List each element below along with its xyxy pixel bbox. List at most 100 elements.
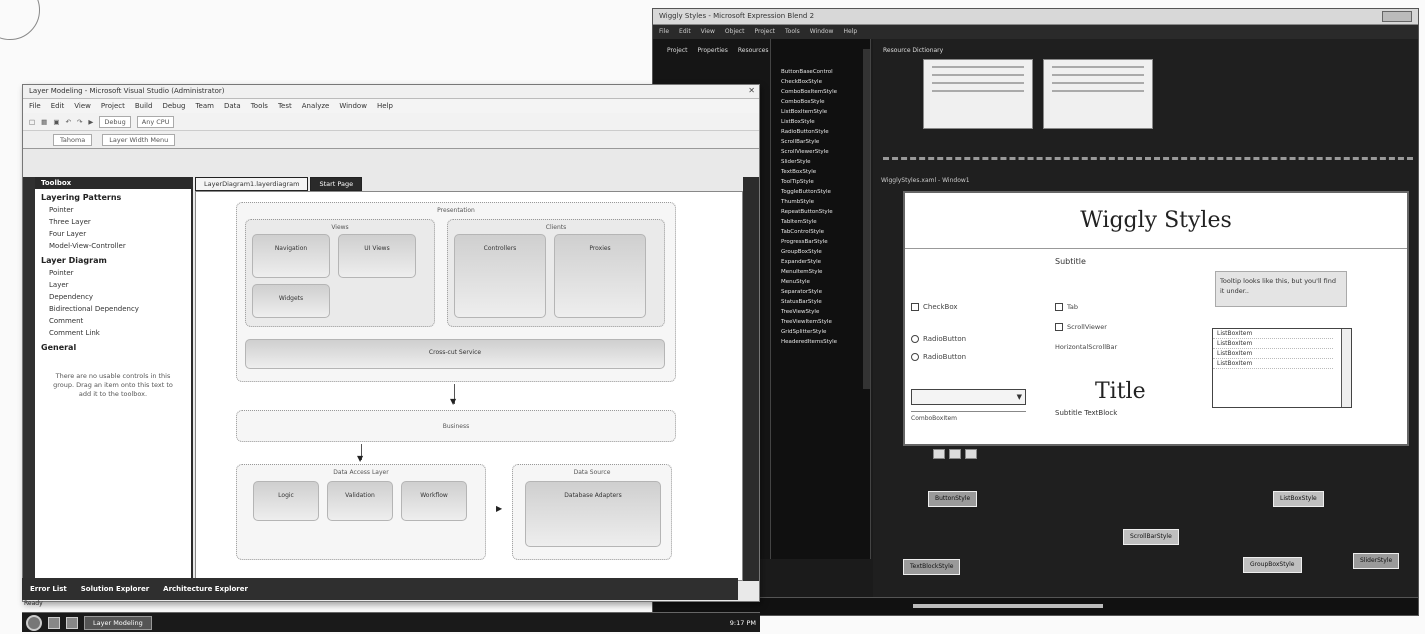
start-debug-icon[interactable]: ▶ — [88, 118, 93, 126]
layer-business[interactable]: Business — [236, 410, 676, 442]
explorer-icon[interactable] — [48, 616, 60, 629]
tree-item[interactable]: RepeatButtonStyle — [771, 207, 870, 217]
toolbox-item[interactable]: Layer — [35, 279, 191, 291]
menu-view[interactable]: View — [74, 102, 91, 110]
menu-file[interactable]: File — [29, 102, 41, 110]
resource-node[interactable]: ListBoxStyle — [1273, 491, 1324, 507]
tree-item[interactable]: RadioButtonStyle — [771, 127, 870, 137]
toolbox-group[interactable]: Layer Diagram — [35, 252, 191, 267]
component-box[interactable]: Workflow — [401, 481, 467, 521]
menu-project[interactable]: Project — [101, 102, 125, 110]
undo-icon[interactable]: ↶ — [65, 118, 70, 126]
resource-thumbnail[interactable] — [923, 59, 1033, 129]
combo-item[interactable]: ComboBoxItem — [911, 411, 1026, 422]
toolbox-item[interactable]: Dependency — [35, 291, 191, 303]
menu-data[interactable]: Data — [224, 102, 241, 110]
tree-item[interactable]: ThumbStyle — [771, 197, 870, 207]
component-box[interactable]: Database Adapters — [525, 481, 661, 547]
close-icon[interactable]: ✕ — [748, 86, 755, 95]
tree-item[interactable]: MenuItemStyle — [771, 267, 870, 277]
save-icon[interactable]: ▣ — [53, 118, 59, 126]
component-box[interactable]: Controllers — [454, 234, 546, 318]
toolbox-group[interactable]: Layering Patterns — [35, 189, 191, 204]
tree-item[interactable]: SliderStyle — [771, 157, 870, 167]
toolbox-title[interactable]: Toolbox — [35, 177, 191, 189]
tab-project[interactable]: Project — [667, 47, 688, 54]
tree-item[interactable]: ToggleButtonStyle — [771, 187, 870, 197]
menu-build[interactable]: Build — [135, 102, 153, 110]
zoom-slider[interactable] — [913, 604, 1103, 608]
sample-combobox[interactable]: ▼ — [911, 389, 1026, 405]
tree-item[interactable]: ListBoxStyle — [771, 117, 870, 127]
list-item[interactable]: ListBoxItem — [1213, 359, 1333, 369]
zoom-icon[interactable] — [933, 449, 945, 459]
sample-tab[interactable]: Tab — [1055, 303, 1078, 311]
listbox-scrollbar[interactable] — [1341, 329, 1351, 407]
resource-thumbnail[interactable] — [1043, 59, 1153, 129]
config-dropdown[interactable]: Debug — [99, 115, 131, 128]
component-box[interactable]: Navigation — [252, 234, 330, 278]
layer-presentation[interactable]: Presentation Views Navigation UI Views W… — [236, 202, 676, 382]
open-icon[interactable]: ▦ — [41, 118, 47, 126]
toolbox-item[interactable]: Pointer — [35, 267, 191, 279]
component-box[interactable]: Validation — [327, 481, 393, 521]
tree-item[interactable]: ButtonBaseControl — [771, 67, 870, 77]
sample-listbox[interactable]: ListBoxItem ListBoxItem ListBoxItem List… — [1212, 328, 1352, 408]
tree-item[interactable]: TreeViewItemStyle — [771, 317, 870, 327]
tab-resources[interactable]: Resources — [738, 47, 769, 54]
zoom-dropdown[interactable]: Layer Width Menu — [102, 133, 176, 146]
list-item[interactable]: ListBoxItem — [1213, 339, 1333, 349]
menu-tools[interactable]: Tools — [785, 28, 800, 36]
tree-item[interactable]: ScrollBarStyle — [771, 137, 870, 147]
taskbar-button[interactable]: Layer Modeling — [84, 615, 152, 630]
tree-item[interactable]: GridSplitterStyle — [771, 327, 870, 337]
menu-project[interactable]: Project — [754, 28, 775, 36]
menu-view[interactable]: View — [701, 28, 715, 36]
tree-item[interactable]: SeparatorStyle — [771, 287, 870, 297]
menu-window[interactable]: Window — [810, 28, 834, 36]
window-controls-icon[interactable] — [1382, 11, 1412, 22]
snap-icon[interactable] — [965, 449, 977, 459]
component-box[interactable]: UI Views — [338, 234, 416, 278]
tab-solution-explorer[interactable]: Solution Explorer — [81, 585, 149, 593]
tree-item[interactable]: ScrollViewerStyle — [771, 147, 870, 157]
tree-item[interactable]: HeaderedItemsStyle — [771, 337, 870, 347]
artboard[interactable]: Wiggly Styles Subtitle Tooltip looks lik… — [903, 191, 1409, 446]
menu-debug[interactable]: Debug — [162, 102, 185, 110]
vs-title-bar[interactable]: Layer Modeling - Microsoft Visual Studio… — [23, 85, 759, 99]
sample-radio[interactable]: RadioButton — [911, 353, 966, 361]
menu-edit[interactable]: Edit — [51, 102, 65, 110]
menu-edit[interactable]: Edit — [679, 28, 691, 36]
tree-item[interactable]: GroupBoxStyle — [771, 247, 870, 257]
new-file-icon[interactable]: □ — [29, 118, 35, 126]
redo-icon[interactable]: ↷ — [77, 118, 82, 126]
tree-item[interactable]: ProgressBarStyle — [771, 237, 870, 247]
toolbox-item[interactable]: Three Layer — [35, 216, 191, 228]
toolbox-group[interactable]: General — [35, 339, 191, 354]
component-box[interactable]: Logic — [253, 481, 319, 521]
toolbox-item[interactable]: Comment — [35, 315, 191, 327]
menu-object[interactable]: Object — [725, 28, 745, 36]
ie-icon[interactable] — [66, 616, 78, 629]
platform-dropdown[interactable]: Any CPU — [136, 115, 175, 128]
sample-hscrollbar[interactable]: HorizontalScrollBar — [1055, 343, 1117, 351]
layer-views[interactable]: Views Navigation UI Views Widgets — [245, 219, 435, 327]
component-box[interactable]: Proxies — [554, 234, 646, 318]
menu-help[interactable]: Help — [843, 28, 857, 36]
tree-item[interactable]: TabItemStyle — [771, 217, 870, 227]
tree-item[interactable]: ListBoxItemStyle — [771, 107, 870, 117]
toolbox-item[interactable]: Four Layer — [35, 228, 191, 240]
menu-help[interactable]: Help — [377, 102, 393, 110]
tree-item[interactable]: CheckBoxStyle — [771, 77, 870, 87]
menu-team[interactable]: Team — [195, 102, 214, 110]
resource-node[interactable]: ScrollBarStyle — [1123, 529, 1179, 545]
blend-title-bar[interactable]: Wiggly Styles - Microsoft Expression Ble… — [653, 9, 1418, 25]
menu-tools[interactable]: Tools — [251, 102, 268, 110]
resource-node[interactable]: SliderStyle — [1353, 553, 1400, 569]
tab-start-page[interactable]: Start Page — [310, 177, 363, 191]
tree-item[interactable]: ComboBoxStyle — [771, 97, 870, 107]
list-item[interactable]: ListBoxItem — [1213, 349, 1333, 359]
tab-error-list[interactable]: Error List — [30, 585, 67, 593]
sample-checkbox[interactable]: CheckBox — [911, 303, 958, 311]
resource-node[interactable]: GroupBoxStyle — [1243, 557, 1302, 573]
